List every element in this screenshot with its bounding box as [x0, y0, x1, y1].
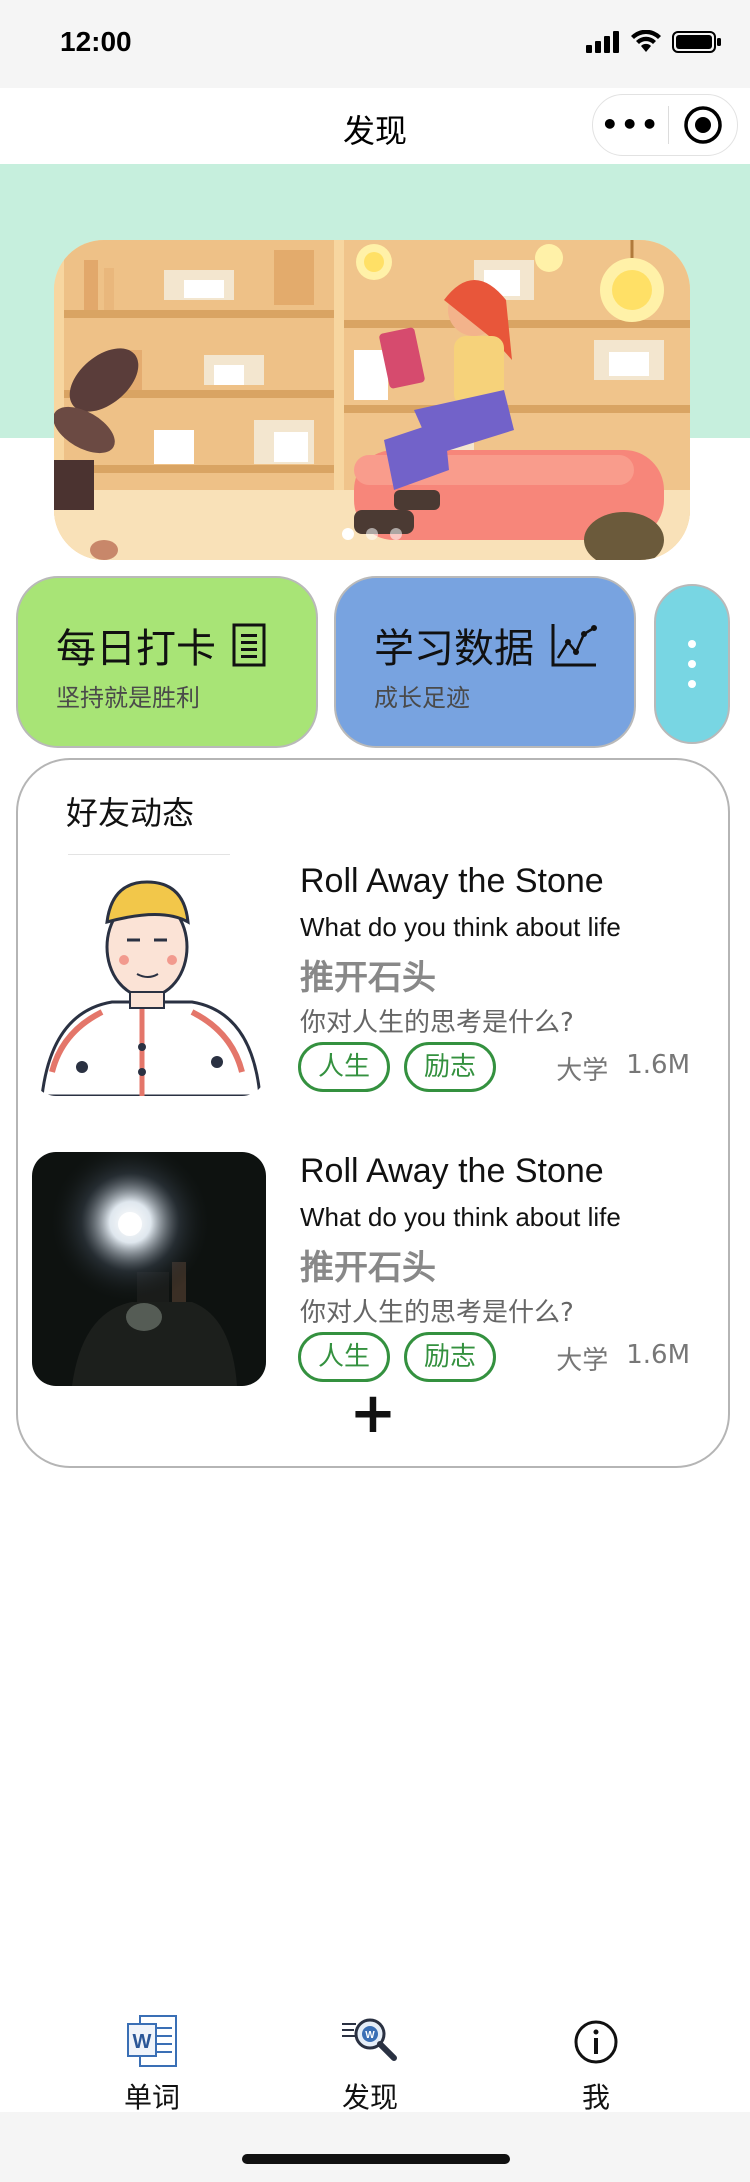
chart-icon [551, 624, 597, 667]
tab-bar: W 单词 W 发现 我 [0, 2012, 750, 2114]
post-meta: 大学 1.6M [556, 1340, 690, 1377]
banner-dots [54, 528, 690, 540]
friends-feed-card: 好友动态 Roll Away the Stone What do you thi… [16, 758, 730, 1468]
post-tag[interactable]: 励志 [404, 1332, 496, 1382]
post-tag[interactable]: 人生 [298, 1042, 390, 1092]
post-tag[interactable]: 励志 [404, 1042, 496, 1092]
dark-selfie-image [32, 1152, 266, 1386]
mini-program-capsule: ••• [592, 94, 738, 156]
post-cn-title: 推开石头 [300, 1248, 436, 1288]
svg-text:W: W [133, 2031, 152, 2053]
post-level: 大学 [556, 1056, 609, 1086]
post-cn-subtitle: 你对人生的思考是什么? [300, 1008, 574, 1038]
close-mini-program-button[interactable] [669, 105, 737, 145]
nav-bar: 发现 ••• [0, 88, 750, 164]
tab-words-label: 单词 [123, 2081, 180, 2114]
status-icons [586, 30, 722, 54]
post-tag[interactable]: 人生 [298, 1332, 390, 1382]
tab-me[interactable]: 我 [536, 2012, 656, 2116]
post-thumbnail [32, 1152, 266, 1386]
more-vertical-icon [688, 640, 696, 688]
post-subtitle: What do you think about life [300, 912, 621, 942]
post-level: 大学 [556, 1346, 609, 1376]
info-icon [574, 2020, 618, 2064]
banner-illustration [54, 240, 690, 560]
study-stats-title: 学习数据 [374, 616, 598, 674]
post-title: Roll Away the Stone [300, 862, 604, 900]
tab-discover[interactable]: W 发现 [310, 2012, 430, 2116]
status-time: 12:00 [60, 26, 132, 57]
status-bar: 12:00 [0, 0, 750, 88]
home-indicator-area [0, 2112, 750, 2182]
post-count: 1.6M [626, 1050, 690, 1080]
cartoon-avatar-image [32, 862, 266, 1096]
search-magnifier-icon: W [342, 2018, 397, 2061]
feed-title-divider [68, 854, 230, 855]
post-thumbnail [32, 862, 266, 1096]
more-menu-button[interactable]: ••• [593, 111, 668, 139]
daily-checkin-card[interactable]: 每日打卡 坚持就是胜利 [16, 576, 318, 748]
post-cn-subtitle: 你对人生的思考是什么? [300, 1298, 574, 1328]
document-icon [232, 623, 266, 667]
post-subtitle: What do you think about life [300, 1202, 621, 1232]
wifi-icon [631, 30, 661, 52]
daily-checkin-subtitle: 坚持就是胜利 [56, 684, 200, 712]
svg-text:W: W [365, 2030, 375, 2041]
tab-discover-label: 发现 [341, 2081, 398, 2114]
more-features-card[interactable] [654, 584, 730, 744]
feed-title: 好友动态 [66, 794, 195, 832]
post-count: 1.6M [626, 1340, 690, 1370]
daily-checkin-title: 每日打卡 [56, 616, 266, 674]
word-doc-icon: W [127, 2015, 177, 2067]
daily-checkin-label: 每日打卡 [56, 626, 216, 672]
study-stats-subtitle: 成长足迹 [374, 684, 470, 712]
post-meta: 大学 1.6M [556, 1050, 690, 1087]
banner-carousel[interactable] [54, 240, 690, 560]
study-stats-label: 学习数据 [374, 626, 534, 672]
home-indicator[interactable] [242, 2154, 510, 2164]
banner-dot-3[interactable] [390, 528, 402, 540]
signal-icon [586, 31, 619, 53]
feed-post[interactable]: Roll Away the Stone What do you think ab… [18, 862, 732, 1102]
feed-post[interactable]: Roll Away the Stone What do you think ab… [18, 1152, 732, 1392]
banner-dot-2[interactable] [366, 528, 378, 540]
add-post-button[interactable]: + [18, 1386, 728, 1442]
banner-dot-1[interactable] [342, 528, 354, 540]
post-cn-title: 推开石头 [300, 958, 436, 998]
tab-me-label: 我 [581, 2081, 610, 2114]
post-title: Roll Away the Stone [300, 1152, 604, 1190]
target-icon [684, 106, 722, 144]
study-stats-card[interactable]: 学习数据 成长足迹 [334, 576, 636, 748]
battery-icon [672, 31, 721, 53]
tab-words[interactable]: W 单词 [92, 2012, 212, 2116]
